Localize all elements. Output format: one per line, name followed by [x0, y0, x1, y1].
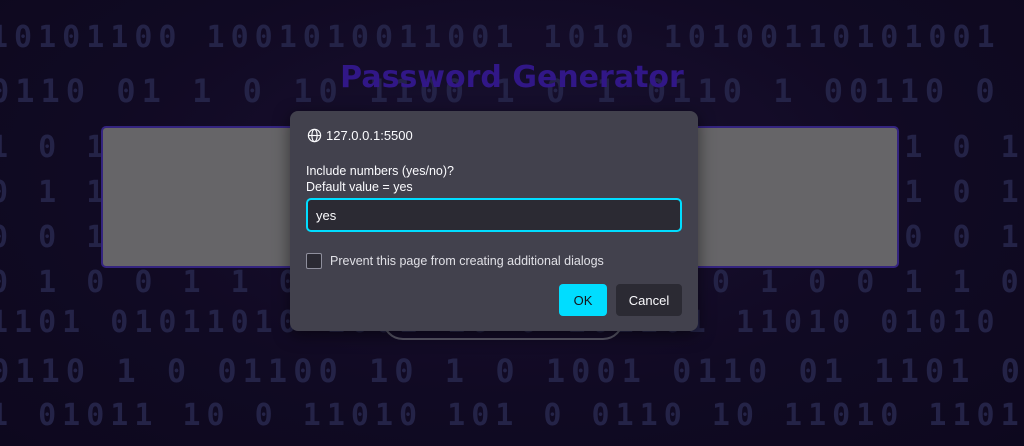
- dialog-message-line2: Default value = yes: [306, 180, 413, 194]
- dialog-origin: 127.0.0.1:5500: [307, 128, 413, 143]
- prompt-dialog: 127.0.0.1:5500 Include numbers (yes/no)?…: [290, 111, 698, 331]
- cancel-button[interactable]: Cancel: [616, 284, 682, 316]
- dialog-message: Include numbers (yes/no)? Default value …: [306, 163, 454, 195]
- prevent-dialogs-checkbox[interactable]: [306, 253, 322, 269]
- ok-button[interactable]: OK: [559, 284, 607, 316]
- globe-icon: [307, 128, 322, 143]
- dialog-origin-text: 127.0.0.1:5500: [326, 128, 413, 143]
- prevent-dialogs-option[interactable]: Prevent this page from creating addition…: [306, 253, 604, 269]
- prompt-input[interactable]: [306, 198, 682, 232]
- prevent-dialogs-label: Prevent this page from creating addition…: [330, 254, 604, 268]
- dialog-message-line1: Include numbers (yes/no)?: [306, 164, 454, 178]
